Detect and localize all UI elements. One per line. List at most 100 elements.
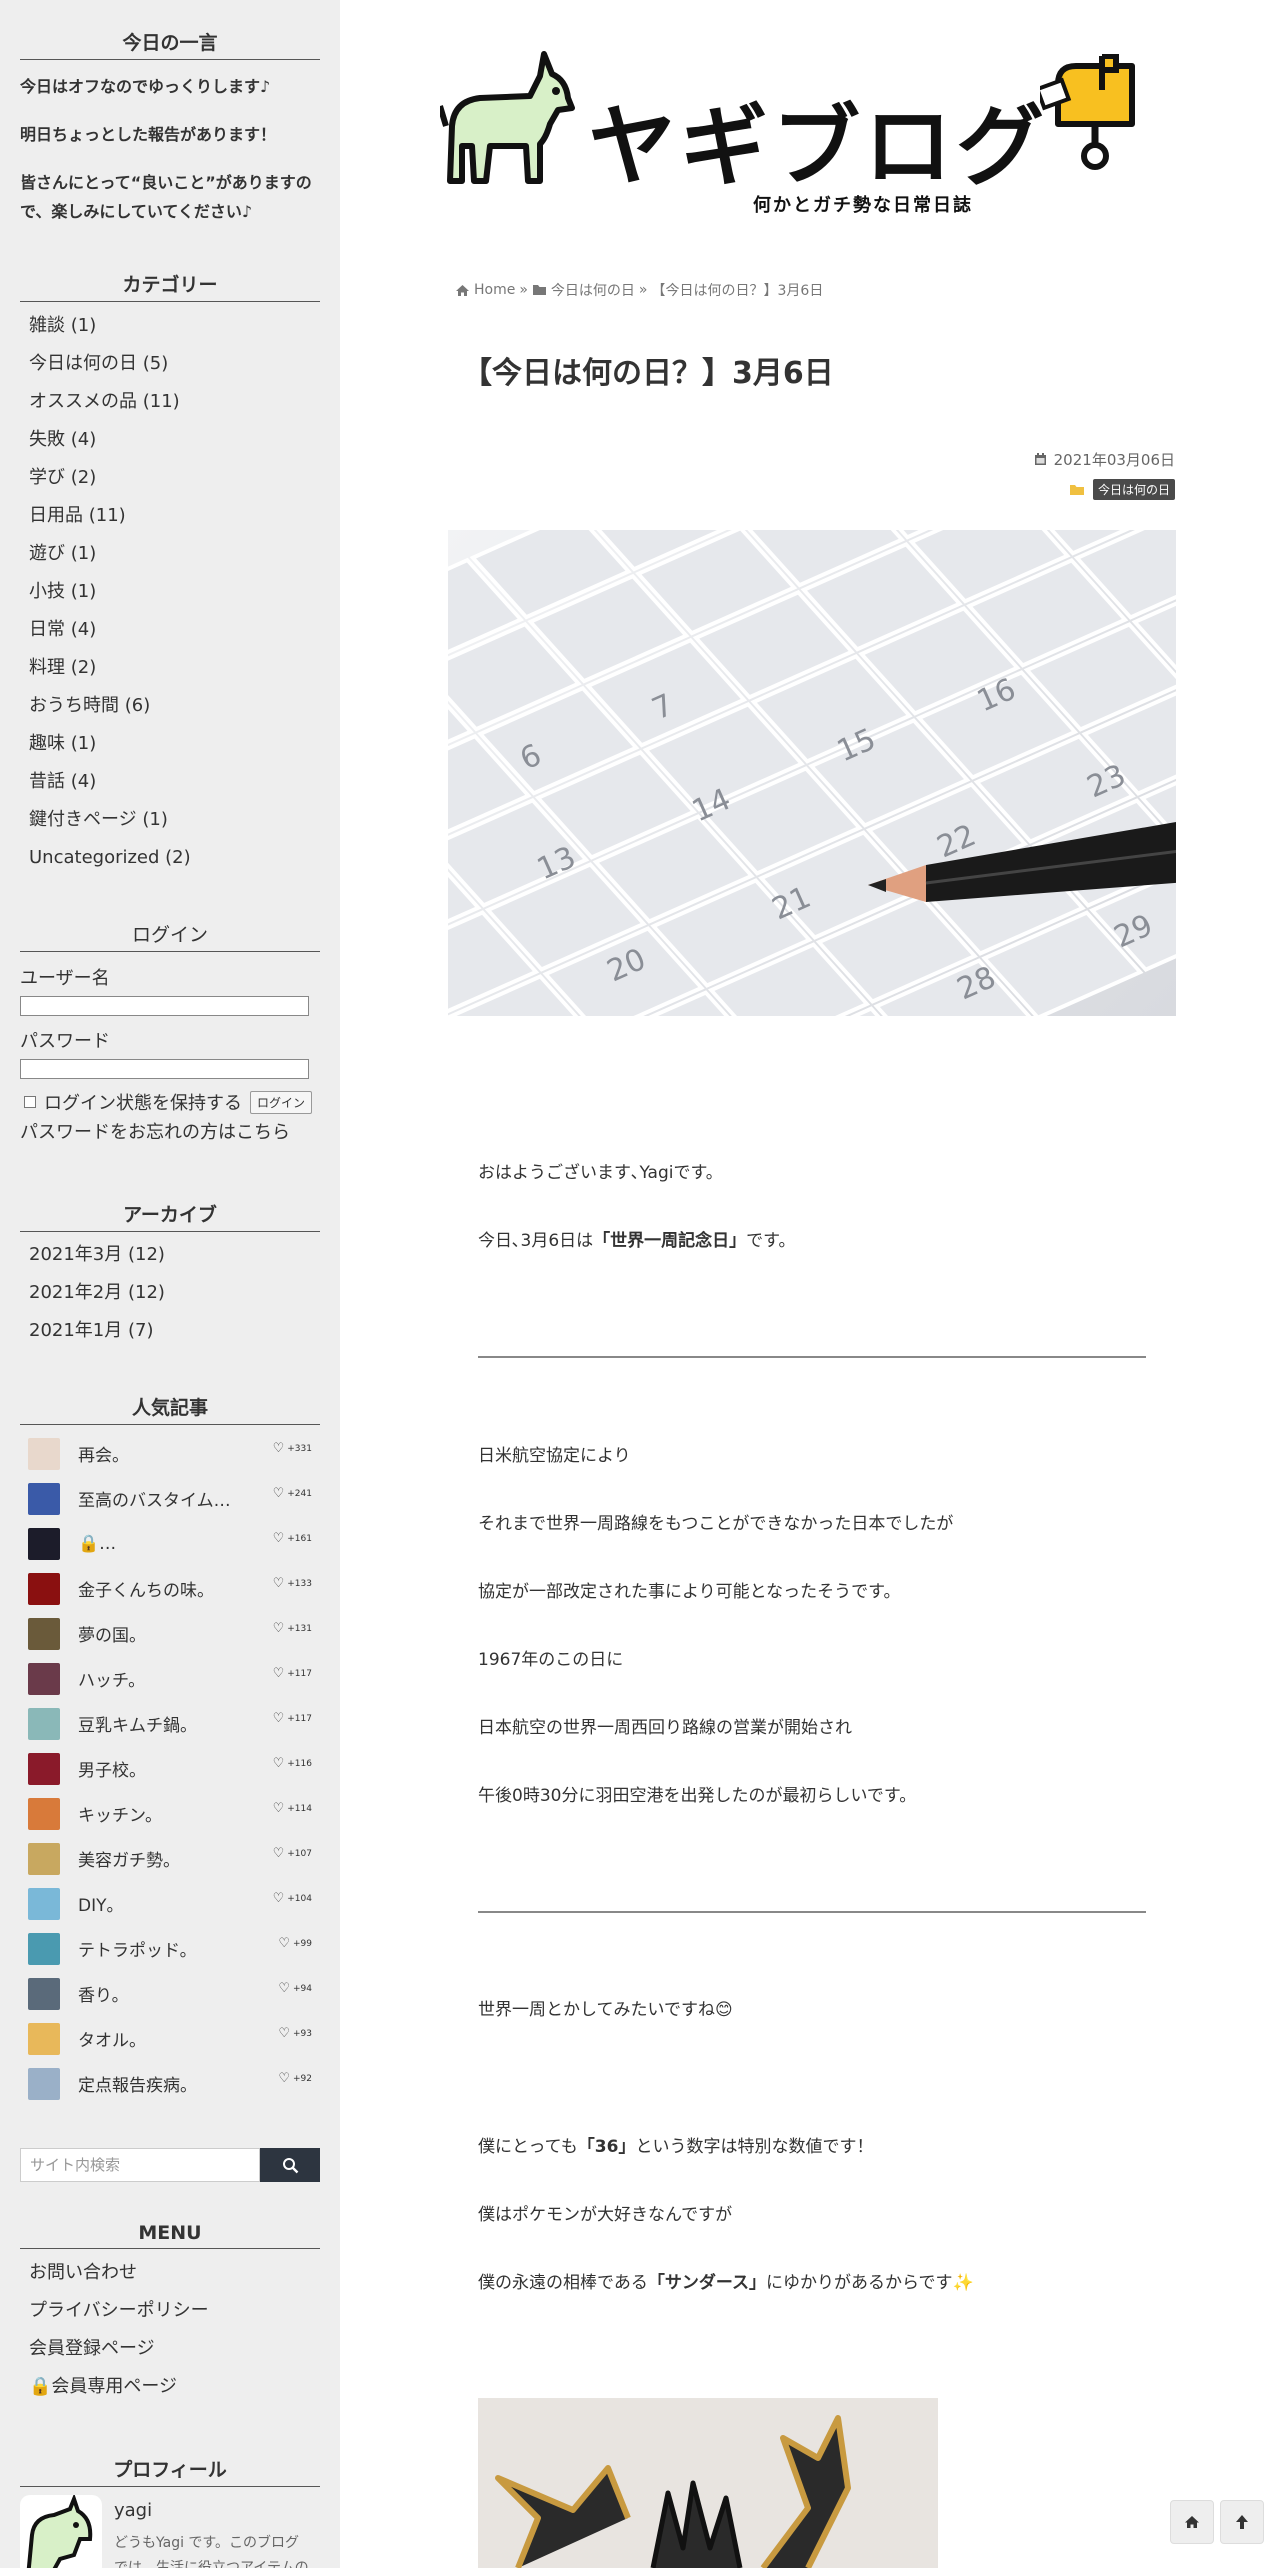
popular-post-title[interactable]: 再会。 — [78, 1441, 129, 1466]
post-thumbnail[interactable] — [28, 1797, 60, 1830]
popular-post-title[interactable]: テトラポッド。 — [78, 1936, 197, 1961]
popular-post-title[interactable]: 豆乳キムチ鍋。 — [78, 1711, 197, 1736]
post-thumbnail[interactable] — [28, 1527, 60, 1560]
search-button[interactable] — [260, 2148, 320, 2182]
archive-link[interactable]: 2021年2月 (12) — [20, 1274, 320, 1312]
popular-post-item[interactable]: 🔒… ♡ +161 — [20, 1521, 320, 1566]
username-input[interactable] — [20, 996, 309, 1016]
menu-link[interactable]: 🔒会員専用ページ — [20, 2368, 320, 2406]
heart-icon: ♡ — [272, 1621, 285, 1636]
oneliner-widget: 今日の一言 今日はオフなのでゆっくりします♪ 明日ちょっとした報告があります！ … — [20, 28, 320, 222]
category-link[interactable]: 日常 (4) — [20, 611, 320, 649]
category-link[interactable]: Uncategorized (2) — [20, 839, 320, 877]
post-thumbnail[interactable] — [28, 1977, 60, 2010]
category-link[interactable]: 遊び (1) — [20, 535, 320, 573]
popular-post-title[interactable]: キッチン。 — [78, 1801, 162, 1826]
like-count-value: +117 — [287, 1713, 312, 1724]
post-thumbnail[interactable] — [28, 1572, 60, 1605]
popular-post-item[interactable]: 男子校。 ♡ +116 — [20, 1746, 320, 1791]
category-link[interactable]: オススメの品 (11) — [20, 383, 320, 421]
post-thumbnail[interactable] — [28, 1437, 60, 1470]
post-thumbnail[interactable] — [28, 1887, 60, 1920]
menu-link[interactable]: 会員登録ページ — [20, 2330, 320, 2368]
archive-link[interactable]: 2021年3月 (12) — [20, 1236, 320, 1274]
forgot-password-link[interactable]: パスワードをお忘れの方はこちら — [20, 1118, 320, 1144]
like-count-value: +133 — [287, 1578, 312, 1589]
popular-post-title[interactable]: DIY。 — [78, 1891, 124, 1916]
popular-post-title[interactable]: 金子くんちの味。 — [78, 1576, 214, 1601]
like-count-value: +117 — [287, 1668, 312, 1679]
like-count: ♡ +133 — [273, 1576, 312, 1591]
like-count-value: +94 — [293, 1983, 312, 1994]
category-link[interactable]: 今日は何の日 (5) — [20, 345, 320, 383]
popular-post-item[interactable]: 定点報告疾病。 ♡ +92 — [20, 2061, 320, 2106]
site-logo[interactable]: ヤギブログ 何かとガチ勢な日常日誌 — [440, 38, 1180, 218]
popular-post-item[interactable]: タオル。 ♡ +93 — [20, 2016, 320, 2061]
popular-post-title[interactable]: 🔒… — [78, 1534, 116, 1554]
popular-post-title[interactable]: 香り。 — [78, 1981, 129, 2006]
post-thumbnail[interactable] — [28, 1842, 60, 1875]
heart-icon: ♡ — [278, 1936, 290, 1951]
post-thumbnail[interactable] — [28, 1617, 60, 1650]
popular-post-item[interactable]: 香り。 ♡ +94 — [20, 1971, 320, 2016]
scroll-top-button[interactable] — [1220, 2500, 1264, 2544]
popular-post-item[interactable]: 美容ガチ勢。 ♡ +107 — [20, 1836, 320, 1881]
text-run: 僕の永遠の相棒である — [478, 2273, 648, 2293]
post-thumbnail[interactable] — [28, 1932, 60, 1965]
breadcrumb-home[interactable]: Home — [474, 282, 515, 298]
breadcrumb-category[interactable]: 今日は何の日 — [551, 280, 635, 300]
login-button[interactable]: ログイン — [250, 1090, 313, 1114]
remember-checkbox[interactable] — [24, 1096, 36, 1108]
popular-post-item[interactable]: 再会。 ♡ +331 — [20, 1431, 320, 1476]
category-tag[interactable]: 今日は何の日 — [1092, 479, 1175, 500]
arrow-up-icon — [1236, 2515, 1248, 2529]
category-link[interactable]: 料理 (2) — [20, 649, 320, 687]
popular-post-title[interactable]: 定点報告疾病。 — [78, 2071, 197, 2096]
breadcrumb-current: 【今日は何の日？】3月6日 — [651, 283, 824, 299]
popular-post-title[interactable]: 男子校。 — [78, 1756, 146, 1781]
popular-post-title[interactable]: 至高のバスタイム… — [78, 1486, 231, 1511]
heart-icon: ♡ — [272, 1486, 285, 1501]
post-thumbnail[interactable] — [28, 2067, 60, 2100]
category-link[interactable]: 昔話 (4) — [20, 763, 320, 801]
category-link[interactable]: おうち時間 (6) — [20, 687, 320, 725]
category-link[interactable]: 失敗 (4) — [20, 421, 320, 459]
oneliner-line: 今日はオフなのでゆっくりします♪ — [20, 77, 271, 96]
category-link[interactable]: 小技 (1) — [20, 573, 320, 611]
popular-post-item[interactable]: キッチン。 ♡ +114 — [20, 1791, 320, 1836]
popular-post-item[interactable]: 至高のバスタイム… ♡ +241 — [20, 1476, 320, 1521]
post-thumbnail[interactable] — [28, 2022, 60, 2055]
popular-post-item[interactable]: 金子くんちの味。 ♡ +133 — [20, 1566, 320, 1611]
post-thumbnail[interactable] — [28, 1752, 60, 1785]
popular-post-item[interactable]: ハッチ。 ♡ +117 — [20, 1656, 320, 1701]
post-thumbnail[interactable] — [28, 1482, 60, 1515]
popular-post-item[interactable]: テトラポッド。 ♡ +99 — [20, 1926, 320, 1971]
article-paragraph: おはようございます､Yagiです。 — [478, 1163, 723, 1183]
post-thumbnail[interactable] — [28, 1707, 60, 1740]
post-thumbnail[interactable] — [28, 1662, 60, 1695]
search-input[interactable]: サイト内検索 — [20, 2148, 260, 2182]
eyecatch-image: 6 7 13 14 15 16 20 21 22 23 28 29 — [448, 530, 1176, 1016]
popular-post-title[interactable]: タオル。 — [78, 2026, 146, 2051]
sidebar: 今日の一言 今日はオフなのでゆっくりします♪ 明日ちょっとした報告があります！ … — [0, 0, 340, 2568]
password-input[interactable] — [20, 1059, 309, 1079]
category-link[interactable]: 趣味 (1) — [20, 725, 320, 763]
popular-post-item[interactable]: DIY。 ♡ +104 — [20, 1881, 320, 1926]
category-link[interactable]: 学び (2) — [20, 459, 320, 497]
archive-link[interactable]: 2021年1月 (7) — [20, 1312, 320, 1350]
popular-post-item[interactable]: 夢の国。 ♡ +131 — [20, 1611, 320, 1656]
category-link[interactable]: 鍵付きページ (1) — [20, 801, 320, 839]
popular-post-title[interactable]: ハッチ。 — [78, 1666, 145, 1691]
category-link[interactable]: 雑談 (1) — [20, 307, 320, 345]
menu-link[interactable]: お問い合わせ — [20, 2254, 320, 2292]
menu-link[interactable]: プライバシーポリシー — [20, 2292, 320, 2330]
heart-icon: ♡ — [272, 1666, 285, 1681]
text-run: という数字は特別な数値です！ — [635, 2137, 874, 2157]
category-link[interactable]: 日用品 (11) — [20, 497, 320, 535]
popular-post-item[interactable]: 豆乳キムチ鍋。 ♡ +117 — [20, 1701, 320, 1746]
popular-post-title[interactable]: 美容ガチ勢。 — [78, 1846, 180, 1871]
article-paragraph: 僕はポケモンが大好きなんですが — [478, 2205, 733, 2225]
popular-post-title[interactable]: 夢の国。 — [78, 1621, 146, 1646]
home-button[interactable] — [1170, 2500, 1214, 2544]
menu-title: MENU — [20, 2222, 320, 2249]
